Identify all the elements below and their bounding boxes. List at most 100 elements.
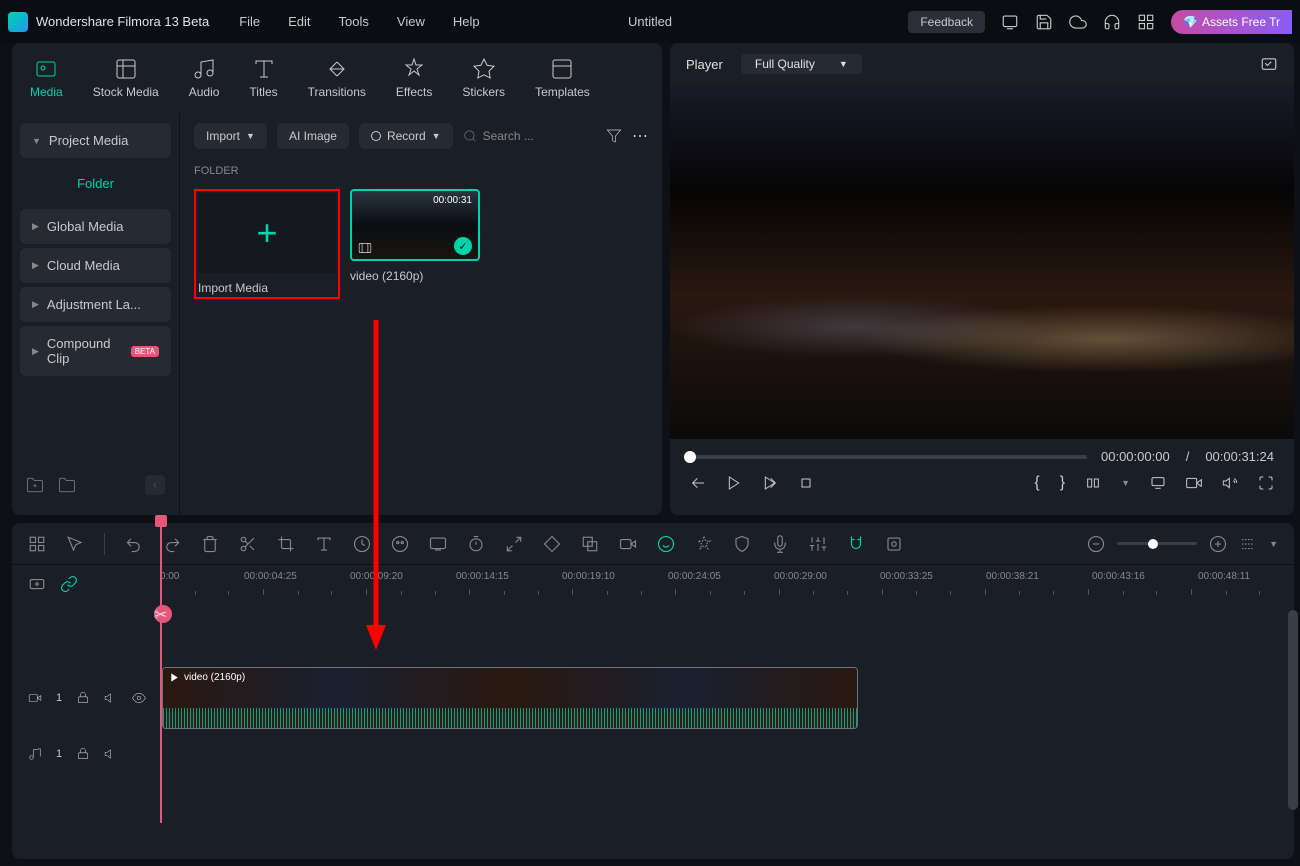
import-dropdown[interactable]: Import▼ — [194, 123, 267, 149]
track-add-icon[interactable] — [28, 575, 46, 593]
text-icon[interactable] — [315, 535, 333, 553]
ai-image-button[interactable]: AI Image — [277, 123, 349, 149]
sidebar-item-project-media[interactable]: ▼Project Media — [20, 123, 171, 158]
mute-audio-icon[interactable] — [104, 747, 118, 761]
color-icon[interactable] — [391, 535, 409, 553]
volume-icon[interactable] — [1222, 475, 1238, 491]
headphones-icon[interactable] — [1103, 13, 1121, 31]
expand-icon[interactable] — [505, 535, 523, 553]
more-icon[interactable]: ⋯ — [632, 126, 648, 146]
tab-audio[interactable]: Audio — [189, 57, 220, 99]
preview-video[interactable] — [670, 85, 1294, 439]
record-dropdown[interactable]: Record▼ — [359, 123, 453, 149]
menu-tools[interactable]: Tools — [339, 14, 369, 29]
eye-icon[interactable] — [132, 691, 146, 705]
camera-icon[interactable] — [1186, 475, 1202, 491]
collapse-sidebar-button[interactable] — [145, 475, 165, 495]
mixer-icon[interactable] — [809, 535, 827, 553]
grid-icon[interactable] — [1137, 13, 1155, 31]
tab-templates[interactable]: Templates — [535, 57, 590, 99]
tab-stock-media[interactable]: Stock Media — [93, 57, 159, 99]
menu-edit[interactable]: Edit — [288, 14, 310, 29]
import-media-card[interactable]: Import Media — [194, 189, 340, 299]
cloud-icon[interactable] — [1069, 13, 1087, 31]
quality-select[interactable]: Full Quality▼ — [741, 54, 862, 74]
play-icon[interactable] — [726, 475, 742, 491]
mark-out-icon[interactable]: } — [1060, 474, 1065, 492]
mark-in-icon[interactable]: { — [1034, 474, 1039, 492]
overlay-icon[interactable] — [581, 535, 599, 553]
speed-icon[interactable] — [353, 535, 371, 553]
keyframe-icon[interactable] — [543, 535, 561, 553]
app-title: Wondershare Filmora 13 Beta — [36, 14, 209, 29]
fullscreen-icon[interactable] — [1258, 475, 1274, 491]
menu-help[interactable]: Help — [453, 14, 480, 29]
cut-icon[interactable] — [239, 535, 257, 553]
tab-stickers[interactable]: Stickers — [462, 57, 505, 99]
snapshot-icon[interactable] — [1260, 55, 1278, 73]
assets-button[interactable]: 💎 Assets Free Tr — [1171, 10, 1292, 34]
add-folder-icon[interactable] — [26, 476, 44, 494]
timeline-toolbar: ▼ — [12, 523, 1294, 565]
view-options-icon[interactable] — [1239, 535, 1257, 553]
screen-icon[interactable] — [429, 535, 447, 553]
undo-icon[interactable] — [125, 535, 143, 553]
redo-icon[interactable] — [163, 535, 181, 553]
filter-icon[interactable] — [606, 128, 622, 144]
playhead-knob[interactable]: ✂ — [154, 605, 172, 623]
shield-icon[interactable] — [733, 535, 751, 553]
ruler[interactable]: 0:00:00 00:00:04:25 00:00:09:20 00:00:14… — [160, 565, 1294, 603]
zoom-slider[interactable] — [1117, 542, 1197, 545]
diamond-icon: 💎 — [1183, 15, 1198, 29]
feedback-button[interactable]: Feedback — [908, 11, 985, 33]
video-clip[interactable]: video (2160p) — [162, 667, 858, 729]
split-icon[interactable] — [1085, 475, 1101, 491]
title-bar: Wondershare Filmora 13 Beta File Edit To… — [0, 0, 1300, 43]
folder-icon[interactable] — [58, 476, 76, 494]
tab-media[interactable]: Media — [30, 57, 63, 99]
sidebar-item-folder[interactable]: Folder — [20, 162, 171, 205]
mic-icon[interactable] — [771, 535, 789, 553]
save-icon[interactable] — [1035, 13, 1053, 31]
monitor-icon[interactable] — [1001, 13, 1019, 31]
sidebar-item-adjustment[interactable]: ▶Adjustment La... — [20, 287, 171, 322]
lock-icon[interactable] — [76, 691, 90, 705]
mute-icon[interactable] — [104, 691, 118, 705]
play-small-icon — [169, 672, 180, 683]
timer-icon[interactable] — [467, 535, 485, 553]
sidebar: ▼Project Media Folder ▶Global Media ▶Clo… — [12, 113, 180, 515]
stop-icon[interactable] — [798, 475, 814, 491]
current-time: 00:00:00:00 — [1101, 449, 1170, 464]
delete-icon[interactable] — [201, 535, 219, 553]
scrollbar[interactable] — [1288, 610, 1298, 810]
zoom-out-icon[interactable] — [1087, 535, 1105, 553]
menu-file[interactable]: File — [239, 14, 260, 29]
link-icon[interactable] — [60, 575, 78, 593]
scrubber[interactable] — [690, 455, 1087, 459]
camera-tl-icon[interactable] — [619, 535, 637, 553]
tab-titles[interactable]: Titles — [249, 57, 277, 99]
face-icon[interactable] — [657, 535, 675, 553]
next-frame-icon[interactable] — [762, 475, 778, 491]
cursor-icon[interactable] — [66, 535, 84, 553]
zoom-in-icon[interactable] — [1209, 535, 1227, 553]
playhead[interactable] — [160, 523, 162, 823]
monitor-out-icon[interactable] — [1150, 475, 1166, 491]
crop-icon[interactable] — [277, 535, 295, 553]
tab-effects[interactable]: Effects — [396, 57, 432, 99]
widgets-icon[interactable] — [28, 535, 46, 553]
tab-transitions[interactable]: Transitions — [308, 57, 366, 99]
sidebar-item-cloud-media[interactable]: ▶Cloud Media — [20, 248, 171, 283]
sidebar-item-global-media[interactable]: ▶Global Media — [20, 209, 171, 244]
sparkle-icon[interactable] — [695, 535, 713, 553]
timeline: ▼ 0:00:00 00:00:04:25 00:00:09:20 00:00:… — [12, 523, 1294, 859]
menu-view[interactable]: View — [397, 14, 425, 29]
video-media-card[interactable]: 00:00:31 ✓ video (2160p) — [350, 189, 480, 299]
preview-panel: Player Full Quality▼ 00:00:00:00 / 00:00… — [670, 43, 1294, 515]
sidebar-item-compound[interactable]: ▶Compound ClipBETA — [20, 326, 171, 376]
search-input[interactable]: Search ... — [463, 129, 596, 143]
prev-frame-icon[interactable] — [690, 475, 706, 491]
lock-audio-icon[interactable] — [76, 747, 90, 761]
magnet-icon[interactable] — [847, 535, 865, 553]
frame-icon[interactable] — [885, 535, 903, 553]
